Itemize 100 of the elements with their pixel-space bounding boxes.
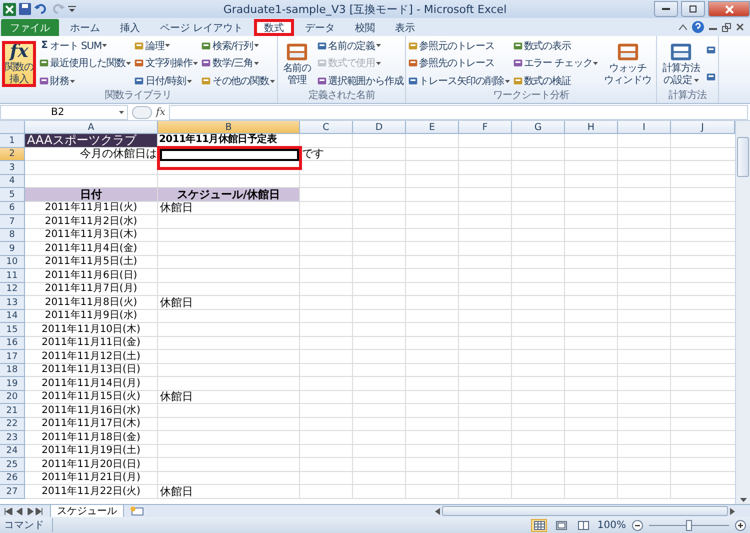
active-cell[interactable] bbox=[160, 149, 299, 161]
window-title: Graduate1-sample_V3 [互換モード] - Microsoft Excel bbox=[222, 2, 508, 16]
ribbon-button[interactable]: 文字列操作 bbox=[134, 55, 198, 72]
ribbon-button[interactable]: 計算方法 の設定 bbox=[659, 40, 703, 88]
formula-input[interactable] bbox=[169, 104, 748, 120]
file-tab[interactable]: ファイル bbox=[1, 19, 59, 36]
row-header[interactable]: 18 bbox=[0, 364, 25, 377]
zoom-in-icon[interactable] bbox=[735, 520, 746, 530]
view-button[interactable] bbox=[553, 518, 570, 532]
ribbon-button[interactable]: エラー チェック bbox=[512, 55, 598, 72]
scroll-left-icon[interactable] bbox=[435, 508, 440, 514]
row-header[interactable]: 14 bbox=[0, 310, 25, 323]
name-box[interactable]: B2 bbox=[0, 104, 128, 120]
column-header[interactable]: E bbox=[406, 121, 459, 134]
column-header[interactable]: H bbox=[565, 121, 618, 134]
row-header[interactable]: 23 bbox=[0, 431, 25, 445]
ribbon-button[interactable]: 数式の検証 bbox=[512, 73, 598, 90]
row-header[interactable]: 17 bbox=[0, 350, 25, 364]
ribbon-button[interactable]: 最近使用した関数 bbox=[39, 55, 132, 72]
ribbon-button[interactable]: 数式の表示 bbox=[512, 38, 598, 54]
column-header[interactable]: A bbox=[25, 121, 158, 134]
help-icon[interactable] bbox=[692, 21, 704, 33]
ribbon-tab[interactable]: 数式 bbox=[254, 19, 294, 36]
row-header[interactable]: 19 bbox=[0, 377, 25, 391]
view-button[interactable] bbox=[531, 518, 548, 532]
row-header[interactable]: 24 bbox=[0, 445, 25, 458]
column-header[interactable]: G bbox=[512, 121, 565, 134]
column-header[interactable]: B bbox=[158, 121, 300, 134]
ribbon-button[interactable]: ウォッチ ウィンドウ bbox=[601, 40, 654, 88]
restore-icon[interactable] bbox=[722, 22, 731, 32]
row-header[interactable]: 21 bbox=[0, 404, 25, 418]
row-header[interactable]: 25 bbox=[0, 458, 25, 472]
row-header[interactable]: 2 bbox=[0, 148, 25, 161]
row-header[interactable]: 10 bbox=[0, 256, 25, 269]
ribbon-button[interactable]: 数学/三角 bbox=[201, 55, 275, 72]
scroll-right-icon[interactable] bbox=[730, 508, 735, 514]
ribbon-tab[interactable]: 挿入 bbox=[111, 19, 149, 36]
row-header[interactable]: 1 bbox=[0, 134, 25, 148]
cell-text: 2011年11月7日(月) bbox=[44, 283, 138, 295]
row-header[interactable]: 13 bbox=[0, 296, 25, 310]
column-header[interactable]: C bbox=[300, 121, 353, 134]
column-header[interactable]: F bbox=[459, 121, 512, 134]
column-header[interactable]: I bbox=[618, 121, 671, 134]
cell-text: AAAスポーツクラブ bbox=[25, 134, 157, 147]
vertical-scrollbar[interactable] bbox=[735, 121, 750, 504]
undo-icon[interactable] bbox=[34, 3, 48, 15]
zoom-slider-thumb[interactable] bbox=[686, 520, 692, 530]
row-header[interactable]: 7 bbox=[0, 215, 25, 229]
view-button[interactable] bbox=[575, 518, 592, 532]
insert-function-button[interactable]: fx bbox=[156, 106, 166, 118]
insert-sheet-icon[interactable] bbox=[130, 506, 144, 516]
close-icon[interactable] bbox=[736, 23, 744, 31]
row-header[interactable]: 26 bbox=[0, 472, 25, 485]
row-header[interactable]: 22 bbox=[0, 418, 25, 431]
row-header[interactable]: 16 bbox=[0, 337, 25, 350]
row-header[interactable]: 5 bbox=[0, 188, 25, 202]
ribbon-button[interactable]: 参照先のトレース bbox=[408, 55, 510, 72]
ribbon-tab[interactable]: 表示 bbox=[386, 19, 424, 36]
scroll-down-icon[interactable] bbox=[740, 498, 746, 502]
cell-text: 2011年11月1日(火) bbox=[44, 202, 138, 214]
sheet-navigation-icon[interactable] bbox=[4, 508, 44, 514]
sheet-tab[interactable]: スケジュール bbox=[50, 504, 124, 518]
ribbon-button[interactable]: トレース矢印の削除 bbox=[408, 73, 510, 90]
ribbon-button[interactable]: 検索/行列 bbox=[201, 38, 275, 54]
ribbon-tab[interactable]: データ bbox=[296, 19, 344, 36]
save-icon[interactable] bbox=[19, 3, 31, 15]
row-header[interactable]: 6 bbox=[0, 202, 25, 215]
horizontal-scrollbar[interactable] bbox=[435, 506, 735, 516]
ribbon-tab[interactable]: ホーム bbox=[61, 19, 109, 36]
row-header[interactable]: 11 bbox=[0, 269, 25, 283]
maximize-button[interactable] bbox=[681, 1, 705, 17]
ribbon-button[interactable]: 論理 bbox=[134, 38, 198, 54]
column-header[interactable]: D bbox=[353, 121, 406, 134]
scrollbar-thumb[interactable] bbox=[737, 137, 749, 177]
ribbon-button[interactable]: 名前の定義 bbox=[317, 38, 404, 54]
minimize-button[interactable] bbox=[654, 1, 678, 17]
row-header[interactable]: 20 bbox=[0, 391, 25, 404]
ribbon-tab[interactable]: ページ レイアウト bbox=[151, 19, 252, 36]
close-button[interactable] bbox=[708, 1, 750, 17]
ribbon-button[interactable]: 選択範囲から作成 bbox=[317, 73, 404, 90]
column-header[interactable]: J bbox=[671, 121, 735, 134]
collapse-ribbon-icon[interactable] bbox=[679, 24, 687, 30]
ribbon-button[interactable]: 日付/時刻 bbox=[134, 73, 198, 90]
customize-toolbar-icon[interactable] bbox=[68, 5, 76, 13]
row-header[interactable]: 8 bbox=[0, 229, 25, 242]
ribbon-button[interactable]: その他の関数 bbox=[201, 73, 275, 90]
ribbon-button[interactable]: 財務 bbox=[39, 73, 132, 90]
row-header[interactable]: 4 bbox=[0, 175, 25, 188]
zoom-out-icon[interactable] bbox=[632, 520, 643, 530]
ribbon-button[interactable]: 参照元のトレース bbox=[408, 38, 510, 54]
ribbon-tab[interactable]: 校閲 bbox=[346, 19, 384, 36]
cell-text: 休館日 bbox=[159, 391, 194, 403]
row-header[interactable]: 15 bbox=[0, 323, 25, 337]
ribbon-button[interactable]: Σ オート SUM bbox=[39, 38, 132, 54]
row-header[interactable]: 3 bbox=[0, 161, 25, 175]
row-header[interactable]: 12 bbox=[0, 283, 25, 296]
ribbon-button[interactable]: 名前の 管理 bbox=[280, 40, 314, 88]
row-header[interactable]: 27 bbox=[0, 485, 25, 499]
cell-text: 2011年11月5日(土) bbox=[44, 256, 138, 268]
row-header[interactable]: 9 bbox=[0, 242, 25, 256]
